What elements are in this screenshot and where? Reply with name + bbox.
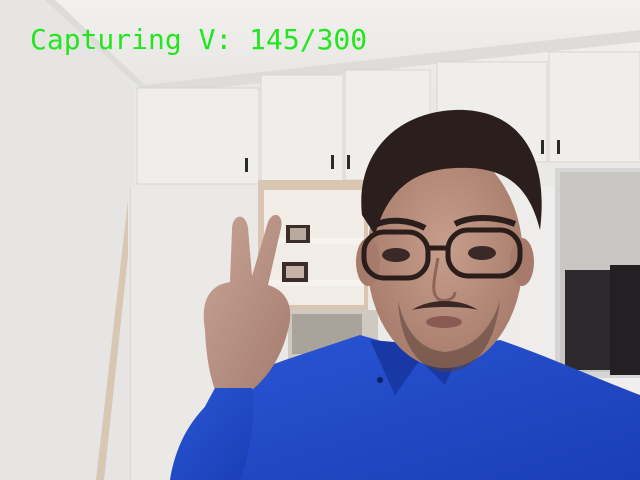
webcam-frame: Capturing V: 145/300 — [0, 0, 640, 480]
capture-status-text: Capturing V: 145/300 — [30, 23, 368, 56]
camera-feed — [0, 0, 640, 480]
